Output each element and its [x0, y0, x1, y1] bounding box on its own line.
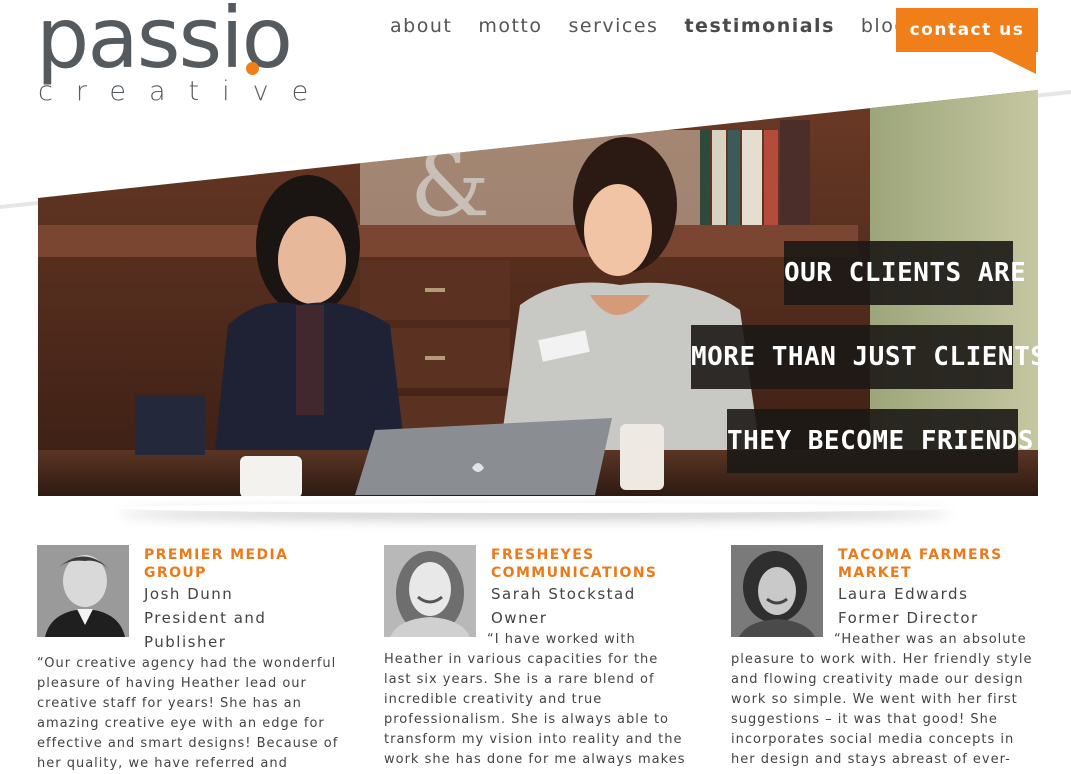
tagline-line-1: OUR CLIENTS ARE [784, 241, 1026, 305]
main-nav: about motto services testimonials blog [390, 14, 934, 38]
tagline-line-2: MORE THAN JUST CLIENTS [691, 325, 1046, 389]
contact-us-button[interactable]: contact us [896, 8, 1038, 52]
company-name: TACOMA FARMERS MARKET [838, 547, 1003, 581]
speech-bubble-tail [992, 52, 1036, 74]
portrait-photo [731, 545, 823, 637]
person-role: President and Publisher [144, 609, 267, 651]
svg-text:&: & [410, 132, 490, 237]
company-name: FRESHEYES COMMUNICATIONS [491, 547, 658, 581]
company-name: PREMIER MEDIA GROUP [144, 547, 289, 581]
person-role: Owner [491, 609, 548, 627]
testimonial-quote: “Our creative agency had the wonderful p… [37, 656, 339, 771]
portrait-photo [37, 545, 129, 637]
nav-link-testimonials[interactable]: testimonials [684, 14, 834, 38]
testimonial-quote: “Heather was an absolute pleasure to wor… [731, 632, 1033, 767]
person-name: Laura Edwards [838, 585, 969, 603]
nav-link-motto[interactable]: motto [478, 14, 542, 38]
person-name: Sarah Stockstad [491, 585, 636, 603]
person-name: Josh Dunn [144, 585, 234, 603]
nav-link-services[interactable]: services [569, 14, 659, 38]
nav-link-about[interactable]: about [390, 14, 452, 38]
portrait-photo [384, 545, 476, 637]
person-role: Former Director [838, 609, 979, 627]
hero-banner: & OUR CLIENTS ARE MORE THAN JUST CLIENTS… [0, 90, 1071, 530]
tagline-line-3: THEY BECOME FRIENDS [727, 409, 1033, 473]
testimonial-quote: “I have worked with Heather in various c… [384, 632, 686, 767]
logo-dot [246, 62, 259, 75]
